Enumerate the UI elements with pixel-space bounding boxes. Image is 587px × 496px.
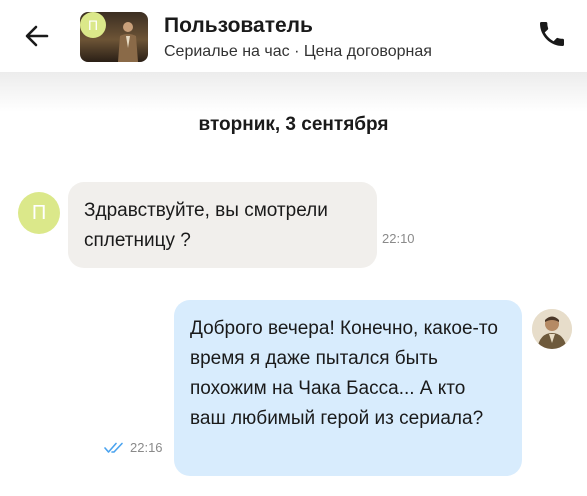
message-time: 22:16 <box>130 440 163 455</box>
my-avatar[interactable] <box>532 309 572 349</box>
outgoing-meta: 22:16 <box>104 440 163 455</box>
header-shadow <box>0 72 587 112</box>
listing-thumbnail[interactable]: П <box>80 12 148 62</box>
chat-header: П Пользователь Сериалье на час · Цена до… <box>0 0 587 72</box>
listing-avatar: П <box>80 12 106 38</box>
outgoing-message[interactable]: Доброго вечера! Конечно, какое-то время … <box>174 300 522 476</box>
user-photo <box>532 309 572 349</box>
contact-name[interactable]: Пользователь <box>164 14 313 38</box>
phone-icon <box>540 22 564 46</box>
person-photo <box>118 22 138 62</box>
call-button[interactable] <box>536 18 568 50</box>
read-checkmarks-icon <box>104 442 123 453</box>
sender-avatar[interactable]: П <box>18 192 60 234</box>
message-time: 22:10 <box>382 231 415 246</box>
back-button[interactable] <box>22 21 52 51</box>
listing-subtitle[interactable]: Сериалье на час · Цена договорная <box>164 43 432 61</box>
arrow-left-icon <box>25 25 49 47</box>
date-separator: вторник, 3 сентября <box>198 114 389 135</box>
incoming-message[interactable]: Здравствуйте, вы смотрели сплетницу ? <box>68 182 377 268</box>
